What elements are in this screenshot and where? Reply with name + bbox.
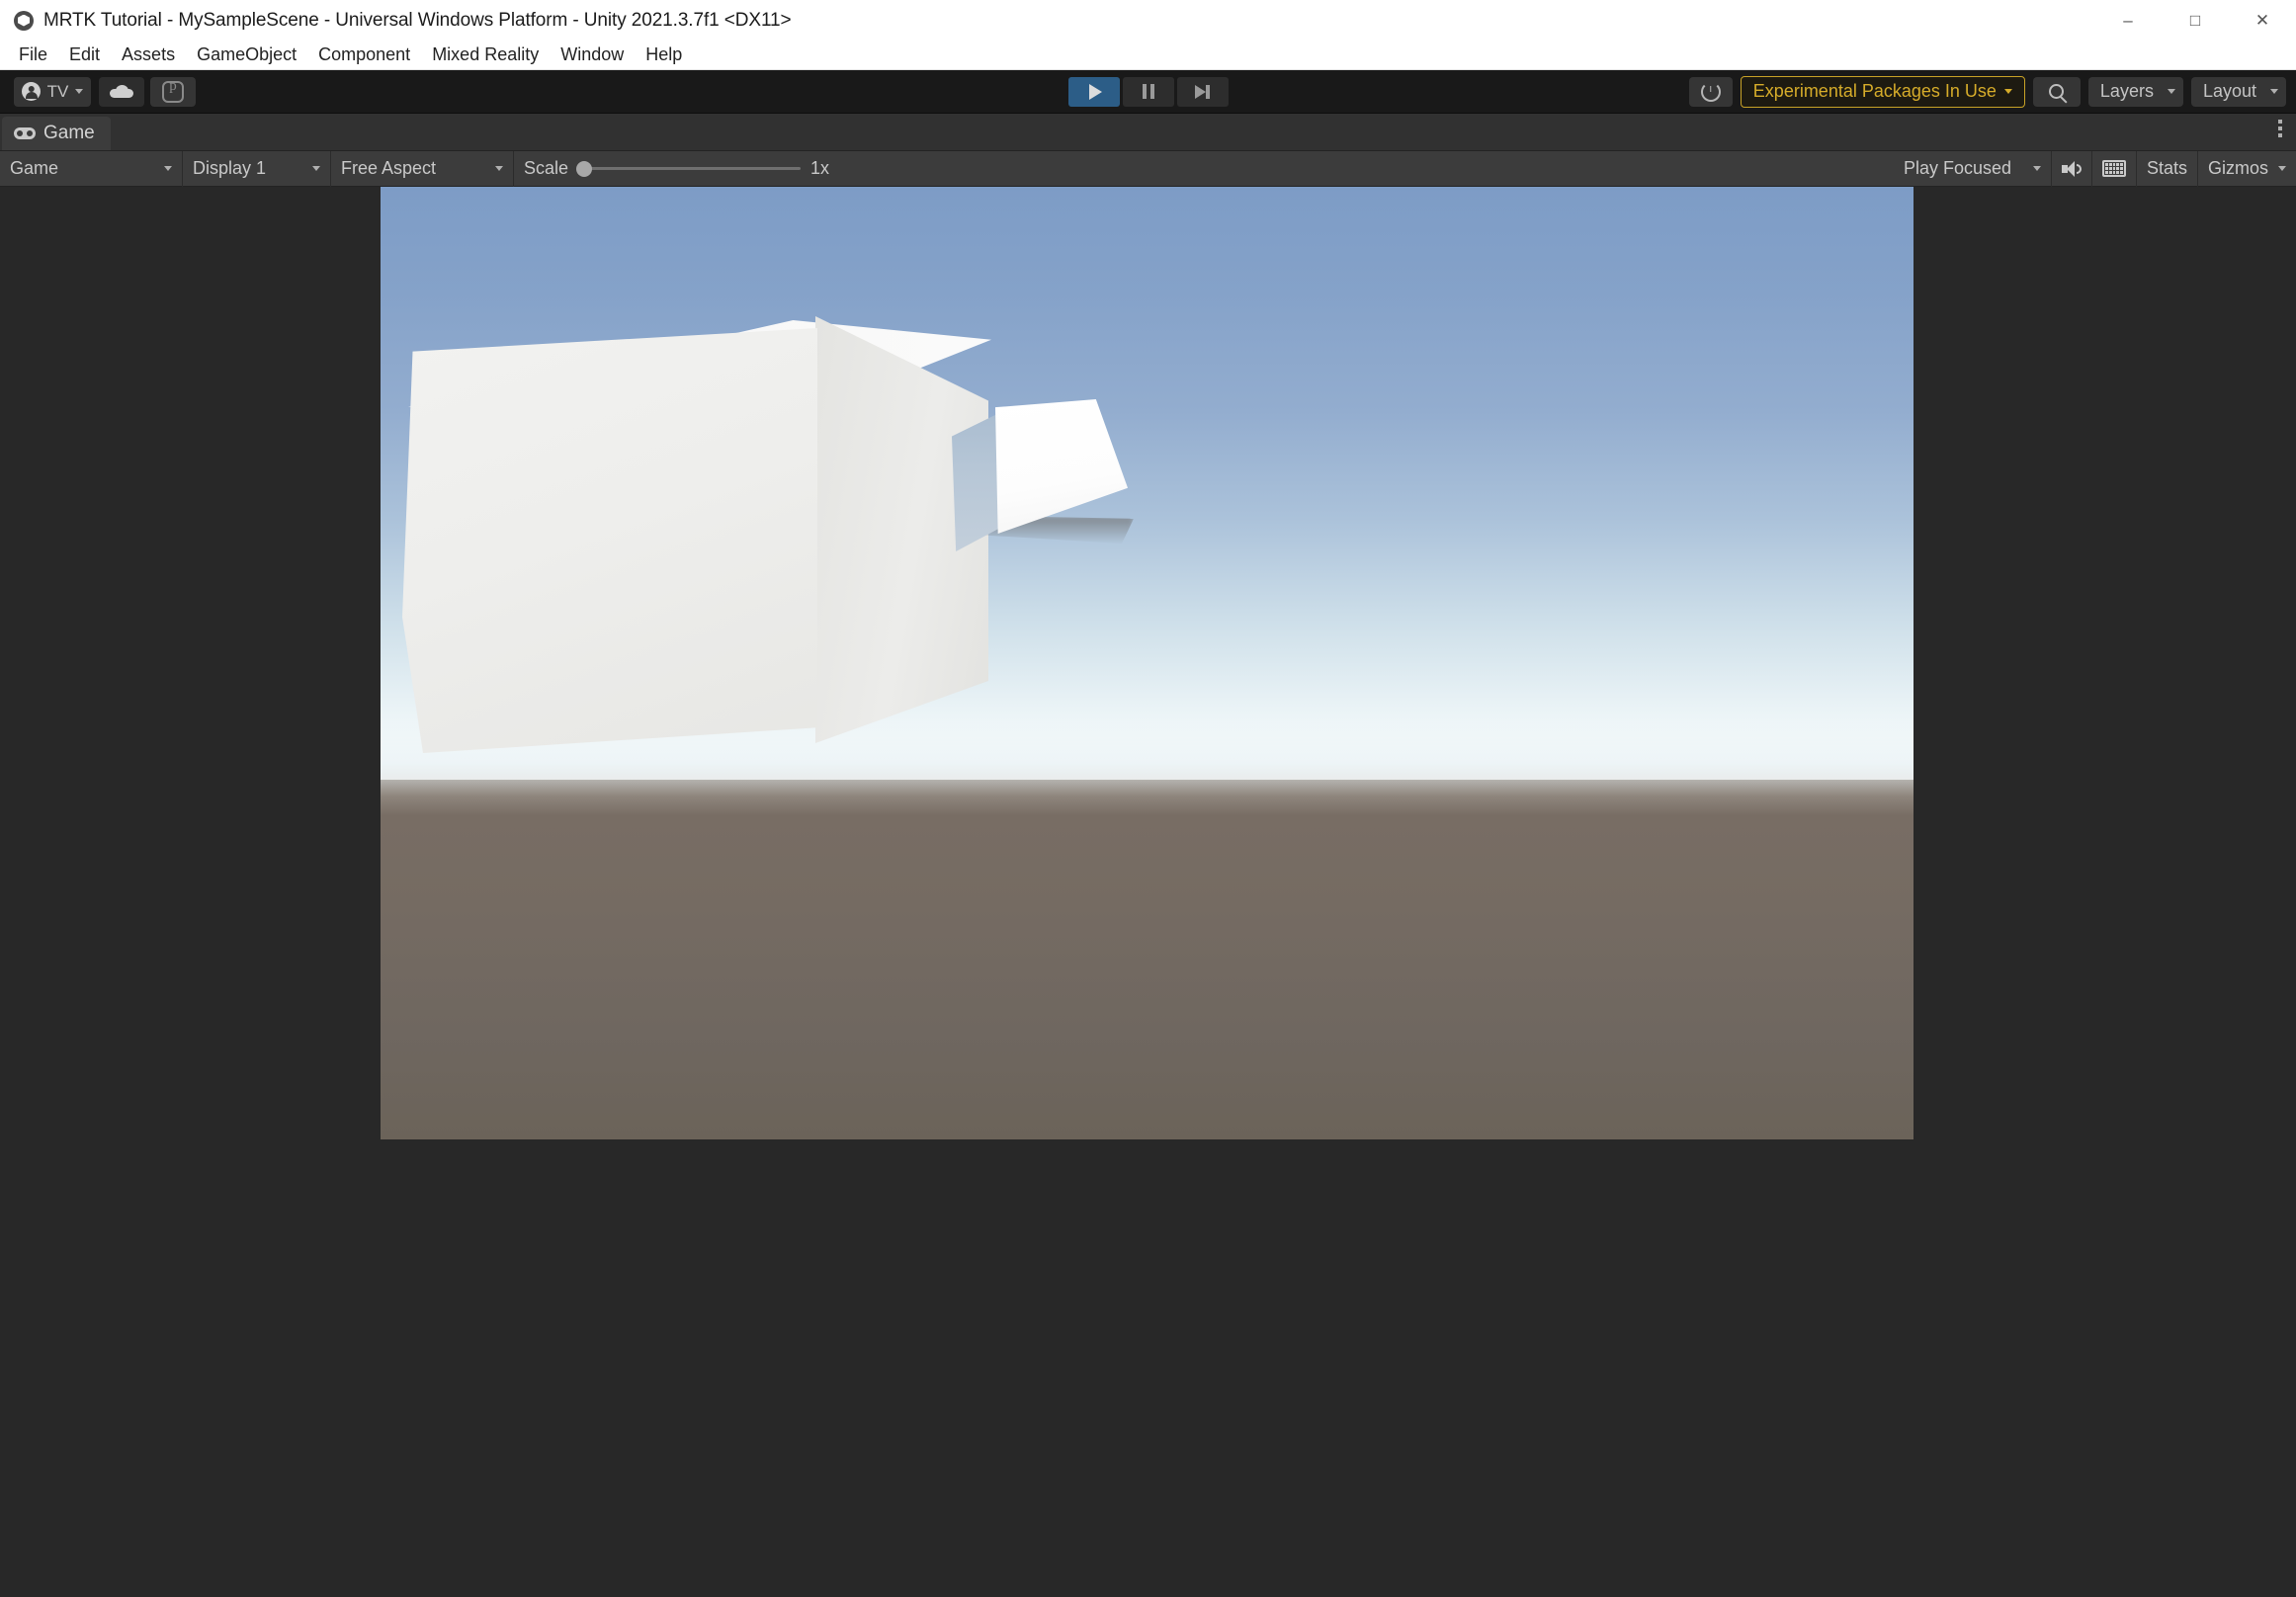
display-dropdown[interactable]: Display 1 xyxy=(183,150,331,187)
more-options-icon[interactable] xyxy=(2278,120,2282,137)
close-button[interactable]: ✕ xyxy=(2229,0,2296,41)
window-controls: – □ ✕ xyxy=(2094,0,2296,41)
chevron-down-icon xyxy=(312,166,320,171)
gizmos-dropdown[interactable]: Gizmos xyxy=(2198,151,2296,187)
step-forward-icon xyxy=(1195,84,1210,99)
small-cube[interactable] xyxy=(952,399,1134,552)
layout-dropdown[interactable]: Layout xyxy=(2190,76,2286,107)
play-button[interactable] xyxy=(1067,76,1120,107)
view-mode-label: Game xyxy=(10,158,59,178)
undo-history-button[interactable] xyxy=(1688,76,1733,107)
person-icon xyxy=(22,82,41,101)
scale-slider[interactable]: 1x xyxy=(576,158,830,179)
package-manager-button[interactable] xyxy=(150,76,196,107)
game-render-viewport[interactable] xyxy=(381,187,1913,1139)
account-button[interactable]: TV xyxy=(14,76,91,107)
ground-plane xyxy=(381,779,1913,1139)
speaker-audio-icon xyxy=(2061,160,2082,177)
step-button[interactable] xyxy=(1176,76,1229,107)
search-button[interactable] xyxy=(2032,76,2081,107)
layers-dropdown[interactable]: Layers xyxy=(2087,76,2183,107)
chevron-down-icon xyxy=(2167,89,2175,94)
menu-bar: File Edit Assets GameObject Component Mi… xyxy=(0,41,2296,70)
large-cube[interactable] xyxy=(390,316,1003,775)
stats-label: Stats xyxy=(2146,158,2187,178)
pause-button[interactable] xyxy=(1122,76,1174,107)
device-simulator-button[interactable] xyxy=(2092,150,2137,187)
chevron-down-icon xyxy=(495,166,503,171)
scale-slider-knob[interactable] xyxy=(576,160,593,177)
maximize-button[interactable]: □ xyxy=(2162,0,2229,41)
menu-item-gameobject[interactable]: GameObject xyxy=(186,42,307,67)
play-icon xyxy=(1088,83,1102,100)
aspect-ratio-label: Free Aspect xyxy=(341,158,437,178)
play-mode-label: Play Focused xyxy=(1903,158,2012,178)
tab-game-label: Game xyxy=(43,123,95,143)
chevron-down-icon xyxy=(74,89,83,94)
layout-label: Layout xyxy=(2202,81,2256,101)
view-mode-dropdown[interactable]: Game xyxy=(0,150,183,187)
display-label: Display 1 xyxy=(193,158,267,178)
unity-toolbar: TV Experimental Packages In Use xyxy=(0,70,2296,114)
pause-icon xyxy=(1142,84,1154,99)
keyboard-grid-icon xyxy=(2101,160,2126,177)
menu-item-file[interactable]: File xyxy=(8,42,58,67)
aspect-ratio-dropdown[interactable]: Free Aspect xyxy=(331,150,514,187)
experimental-packages-label: Experimental Packages In Use xyxy=(1752,81,1997,101)
game-view-toolbar: Game Display 1 Free Aspect Scale 1x Play… xyxy=(0,150,2296,187)
gamepad-icon xyxy=(14,127,36,139)
minimize-button[interactable]: – xyxy=(2094,0,2162,41)
large-cube-front-face xyxy=(402,328,817,753)
play-mode-dropdown[interactable]: Play Focused xyxy=(1894,150,2052,187)
titlebar-left: MRTK Tutorial - MySampleScene - Universa… xyxy=(0,9,792,32)
scale-slider-track[interactable] xyxy=(576,160,802,177)
chevron-down-icon xyxy=(164,166,172,171)
tab-game[interactable]: Game xyxy=(2,117,111,150)
unity-package-icon xyxy=(162,78,184,103)
chevron-down-icon xyxy=(2003,89,2012,94)
mute-audio-button[interactable] xyxy=(2052,150,2092,187)
menu-item-assets[interactable]: Assets xyxy=(111,42,186,67)
undo-history-icon xyxy=(1700,81,1721,102)
scale-control[interactable]: Scale 1x xyxy=(514,151,839,187)
window-title: MRTK Tutorial - MySampleScene - Universa… xyxy=(43,9,792,31)
chevron-down-icon xyxy=(2032,166,2041,171)
menu-item-window[interactable]: Window xyxy=(550,42,635,67)
experimental-packages-badge[interactable]: Experimental Packages In Use xyxy=(1740,75,2025,108)
playback-controls xyxy=(1067,76,1229,107)
small-cube-front-face xyxy=(995,399,1128,534)
menu-item-component[interactable]: Component xyxy=(307,42,421,67)
menu-item-edit[interactable]: Edit xyxy=(58,42,111,67)
gizmos-label: Gizmos xyxy=(2207,158,2268,178)
scale-value: 1x xyxy=(810,158,830,178)
scale-label: Scale xyxy=(524,158,569,178)
chevron-down-icon xyxy=(2278,166,2286,171)
layers-label: Layers xyxy=(2099,81,2154,101)
panel-tabstrip: Game xyxy=(0,114,2296,151)
cloud-icon xyxy=(110,85,133,98)
game-toolbar-right: Play Focused Stats Gizmos xyxy=(1894,150,2296,187)
account-label: TV xyxy=(46,81,69,101)
window-titlebar: MRTK Tutorial - MySampleScene - Universa… xyxy=(0,0,2296,41)
menu-item-help[interactable]: Help xyxy=(635,42,693,67)
search-icon xyxy=(2049,84,2065,99)
menu-item-mixed-reality[interactable]: Mixed Reality xyxy=(421,42,550,67)
cloud-services-button[interactable] xyxy=(99,76,144,107)
toolbar-right-group: Experimental Packages In Use Layers Layo… xyxy=(1688,75,2286,108)
toolbar-left-group: TV xyxy=(0,76,196,107)
game-view-area[interactable] xyxy=(0,187,2296,1597)
stats-button[interactable]: Stats xyxy=(2137,150,2198,187)
unity-logo-icon xyxy=(14,10,34,31)
chevron-down-icon xyxy=(2270,89,2278,94)
